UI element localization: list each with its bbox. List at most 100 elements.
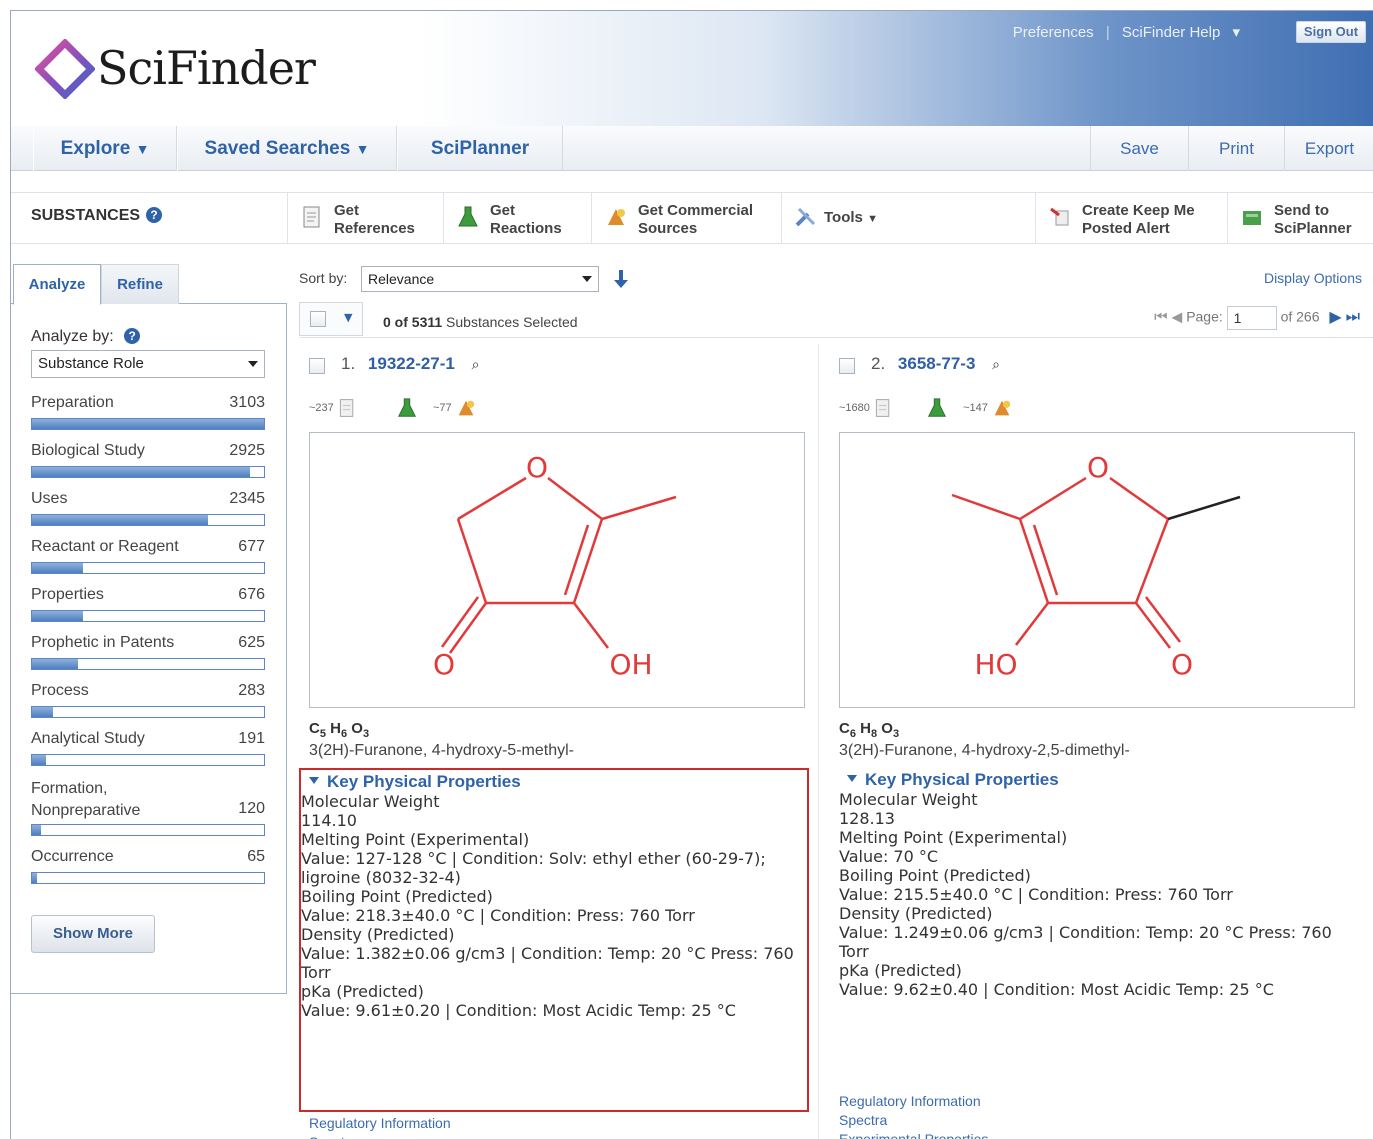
role-bar-fill xyxy=(32,515,208,525)
select-all-checkbox[interactable] xyxy=(310,311,326,327)
result-checkbox[interactable] xyxy=(839,358,855,374)
tools-menu[interactable]: Tools ▼ xyxy=(781,193,1035,243)
result-card: 2. 3658-77-3 ⌕ ~1680 ~147 O HO O C6 H8 O… xyxy=(839,342,1357,1139)
help-link[interactable]: SciFinder Help xyxy=(1122,24,1220,41)
document-icon[interactable] xyxy=(337,397,357,419)
result-checkbox[interactable] xyxy=(309,358,325,374)
nav-explore[interactable]: Explore ▼ xyxy=(33,126,177,171)
property-label[interactable]: Molecular Weight xyxy=(839,790,1349,809)
magnifier-icon[interactable]: ⌕ xyxy=(992,356,1000,372)
export-button[interactable]: Export xyxy=(1284,126,1373,171)
last-page-icon[interactable]: ⏭ xyxy=(1346,309,1360,326)
role-label: Nonpreparative xyxy=(31,802,141,819)
get-commercial-sources-button[interactable]: Get Commercial Sources xyxy=(591,193,781,243)
nav-saved-searches[interactable]: Saved Searches ▼ xyxy=(177,126,397,171)
page-input[interactable]: 1 xyxy=(1226,306,1277,330)
role-row[interactable]: Preparation 3103 xyxy=(31,394,265,412)
help-icon[interactable]: ? xyxy=(146,207,163,223)
role-label: Preparation xyxy=(31,394,114,411)
role-bar[interactable] xyxy=(31,754,265,766)
property-label[interactable]: Melting Point (Experimental) xyxy=(301,830,807,849)
chevron-down-icon[interactable]: ▼ xyxy=(344,311,352,324)
chevron-down-icon[interactable]: ▾ xyxy=(1232,24,1240,41)
print-button[interactable]: Print xyxy=(1188,126,1284,171)
role-bar-fill xyxy=(32,467,250,477)
flask-icon[interactable] xyxy=(926,396,948,420)
result-link[interactable]: Regulatory Information xyxy=(309,1114,451,1133)
result-link[interactable]: Spectra xyxy=(309,1133,451,1139)
role-bar[interactable] xyxy=(31,658,265,670)
create-alert-button[interactable]: Create Keep Me Posted Alert xyxy=(1035,193,1227,243)
help-icon[interactable]: ? xyxy=(124,328,141,344)
prev-page-icon[interactable]: ◀ xyxy=(1172,309,1183,325)
analyze-by-select[interactable]: Substance Role xyxy=(31,350,265,378)
send-to-sciplanner-button[interactable]: Send to SciPlanner xyxy=(1227,193,1373,243)
nav-sciplanner[interactable]: SciPlanner xyxy=(397,126,563,171)
role-row[interactable]: Analytical Study 191 xyxy=(31,730,265,748)
role-row[interactable]: Occurrence 65 xyxy=(31,848,265,866)
role-row[interactable]: Uses 2345 xyxy=(31,490,265,508)
cas-number-link[interactable]: 3658-77-3 xyxy=(898,354,976,373)
magnifier-icon[interactable]: ⌕ xyxy=(472,356,480,372)
role-label: Reactant or Reagent xyxy=(31,538,179,555)
role-label: Prophetic in Patents xyxy=(31,634,175,651)
role-bar[interactable] xyxy=(31,418,265,430)
property-label[interactable]: pKa (Predicted) xyxy=(839,961,1349,980)
formula-o: 3 xyxy=(362,728,370,740)
property-label[interactable]: Molecular Weight xyxy=(301,792,807,811)
show-more-button[interactable]: Show More xyxy=(31,915,155,953)
cas-number-link[interactable]: 19322-27-1 xyxy=(368,354,455,373)
get-references-line1: Get xyxy=(334,202,360,219)
result-link[interactable]: Spectra xyxy=(839,1111,988,1130)
sort-select[interactable]: Relevance xyxy=(361,266,599,292)
property-label[interactable]: Boiling Point (Predicted) xyxy=(301,887,807,906)
role-bar[interactable] xyxy=(31,562,265,574)
nav-saved-searches-label: Saved Searches xyxy=(204,138,351,159)
preferences-link[interactable]: Preferences xyxy=(1013,24,1094,41)
document-icon[interactable] xyxy=(873,397,893,419)
structure-diagram[interactable]: O O OH xyxy=(309,432,805,708)
commercial-sources-icon[interactable] xyxy=(991,397,1013,419)
role-bar[interactable] xyxy=(31,466,265,478)
property-label[interactable]: Melting Point (Experimental) xyxy=(839,828,1349,847)
reference-count: ~237 xyxy=(309,401,334,414)
get-references-button[interactable]: Get References xyxy=(287,193,443,243)
role-row[interactable]: Properties 676 xyxy=(31,586,265,604)
tab-analyze[interactable]: Analyze xyxy=(13,264,101,305)
flask-icon[interactable] xyxy=(396,396,418,420)
role-bar[interactable] xyxy=(31,514,265,526)
scifinder-logo[interactable]: SciFinder xyxy=(34,38,316,100)
sign-out-button[interactable]: Sign Out xyxy=(1296,21,1366,43)
analyze-by-text: Analyze by: xyxy=(31,328,114,345)
first-page-icon[interactable]: ⏮ xyxy=(1154,309,1168,326)
property-value: Value: 1.249±0.06 g/cm3 | Condition: Tem… xyxy=(839,923,1332,961)
kpp-toggle[interactable]: Key Physical Properties xyxy=(301,770,807,792)
main-nav: Explore ▼ Saved Searches ▼ SciPlanner Sa… xyxy=(11,126,1373,171)
result-link[interactable]: Experimental Properties xyxy=(839,1130,988,1139)
role-row[interactable]: Process 283 xyxy=(31,682,265,700)
commercial-sources-icon[interactable] xyxy=(455,397,477,419)
role-bar[interactable] xyxy=(31,610,265,622)
role-row[interactable]: Prophetic in Patents 625 xyxy=(31,634,265,652)
role-bar[interactable] xyxy=(31,824,265,836)
role-bar[interactable] xyxy=(31,706,265,718)
next-page-icon[interactable]: ▶ xyxy=(1329,309,1341,326)
role-row[interactable]: Reactant or Reagent 677 xyxy=(31,538,265,556)
role-bar[interactable] xyxy=(31,872,265,884)
save-button[interactable]: Save xyxy=(1090,126,1188,171)
get-reactions-button[interactable]: Get Reactions xyxy=(443,193,591,243)
result-link[interactable]: Regulatory Information xyxy=(839,1092,988,1111)
structure-diagram[interactable]: O HO O xyxy=(839,432,1355,708)
select-all-control[interactable]: ▼ xyxy=(299,302,363,336)
property-label[interactable]: pKa (Predicted) xyxy=(301,982,807,1001)
kpp-toggle[interactable]: Key Physical Properties xyxy=(839,768,1349,790)
property-label[interactable]: Boiling Point (Predicted) xyxy=(839,866,1349,885)
result-header: 2. 3658-77-3 ⌕ xyxy=(871,354,1000,374)
sort-descending-icon[interactable] xyxy=(613,268,629,290)
property-label[interactable]: Density (Predicted) xyxy=(839,904,1349,923)
role-row[interactable]: Formation, Nonpreparative 120 xyxy=(31,778,265,822)
role-row[interactable]: Biological Study 2925 xyxy=(31,442,265,460)
property-label[interactable]: Density (Predicted) xyxy=(301,925,807,944)
tab-refine[interactable]: Refine xyxy=(101,264,179,304)
display-options-link[interactable]: Display Options xyxy=(1264,270,1362,286)
